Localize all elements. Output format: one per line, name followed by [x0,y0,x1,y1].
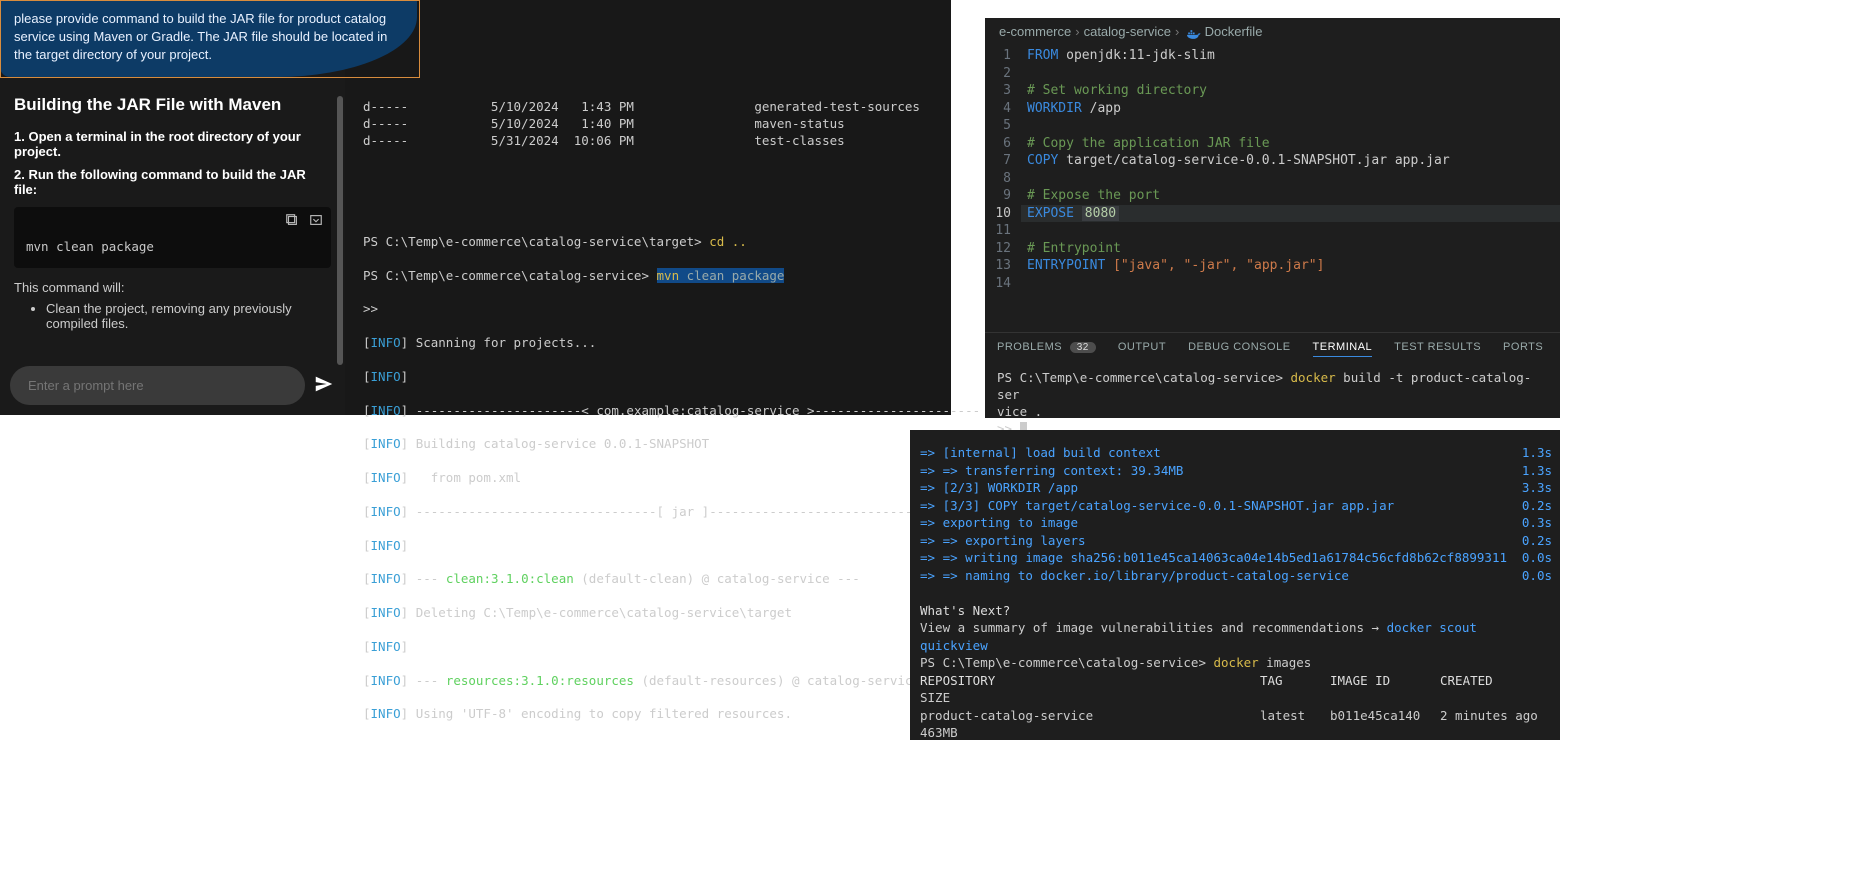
code-line[interactable]: # Set working directory [1021,82,1560,100]
code-line[interactable] [1021,170,1560,188]
bullet-clean: Clean the project, removing any previous… [46,301,331,331]
tab-debug-console[interactable]: DEBUG CONSOLE [1188,341,1290,357]
dir-row: d----- 5/31/2024 10:06 PM test-classes [363,133,941,150]
docker-icon [1187,27,1201,38]
code-line[interactable]: ENTRYPOINT ["java", "-jar", "app.jar"] [1021,257,1560,275]
insert-icon[interactable] [309,213,323,227]
breadcrumbs[interactable]: e-commerce›catalog-service› Dockerfile [985,18,1560,47]
docker-output-terminal[interactable]: => [internal] load build context1.3s=> =… [910,430,1560,740]
docker-step: => => transferring context: 39.34MB1.3s [920,462,1552,480]
code-line[interactable]: WORKDIR /app [1021,100,1560,118]
docker-step: => [2/3] WORKDIR /app3.3s [920,479,1552,497]
send-button[interactable] [313,373,335,398]
copy-icon[interactable] [285,213,299,227]
docker-step: => => naming to docker.io/library/produc… [920,567,1552,585]
tab-output[interactable]: OUTPUT [1118,341,1166,357]
panel-tabs: PROBLEMS 32 OUTPUT DEBUG CONSOLE TERMINA… [985,332,1560,363]
tab-ports[interactable]: PORTS [1503,341,1543,357]
tab-terminal[interactable]: TERMINAL [1313,341,1373,357]
step-1: 1. Open a terminal in the root directory… [14,129,331,159]
code-line[interactable]: # Entrypoint [1021,240,1560,258]
instruction-callout: please provide command to build the JAR … [0,0,417,77]
code-line[interactable] [1021,275,1560,293]
code-line[interactable]: COPY target/catalog-service-0.0.1-SNAPSH… [1021,152,1560,170]
code-line[interactable]: EXPOSE 8080 [1021,205,1560,223]
code-line[interactable]: # Copy the application JAR file [1021,135,1560,153]
whats-next: What's Next? [920,602,1552,620]
maven-terminal[interactable]: d----- 5/10/2024 1:43 PM generated-test-… [345,0,951,415]
code-block: mvn clean package [14,207,331,268]
code-line[interactable]: FROM openjdk:11-jdk-slim [1021,47,1560,65]
code-text: mvn clean package [14,233,331,268]
docker-build-terminal[interactable]: PS C:\Temp\e-commerce\catalog-service> d… [985,362,1560,418]
docker-step: => [3/3] COPY target/catalog-service-0.0… [920,497,1552,515]
editor-body[interactable]: 1234567891011121314 FROM openjdk:11-jdk-… [985,47,1560,292]
dir-row: d----- 5/10/2024 1:40 PM maven-status [363,116,941,133]
docker-step: => => writing image sha256:b011e45ca1406… [920,549,1552,567]
scrollbar[interactable] [337,96,343,365]
tab-test-results[interactable]: TEST RESULTS [1394,341,1481,357]
step-2: 2. Run the following command to build th… [14,167,331,197]
dir-row: d----- 5/10/2024 1:43 PM generated-test-… [363,99,941,116]
docker-step: => => exporting layers0.2s [920,532,1552,550]
this-command-will: This command will: [14,280,331,295]
prompt-input[interactable] [10,366,305,405]
docker-step: => [internal] load build context1.3s [920,444,1552,462]
code-line[interactable] [1021,65,1560,83]
code-line[interactable] [1021,117,1560,135]
code-line[interactable]: # Expose the port [1021,187,1560,205]
chat-heading: Building the JAR File with Maven [14,95,331,115]
docker-step: => exporting to image0.3s [920,514,1552,532]
code-line[interactable] [1021,222,1560,240]
tab-problems[interactable]: PROBLEMS 32 [997,341,1096,357]
